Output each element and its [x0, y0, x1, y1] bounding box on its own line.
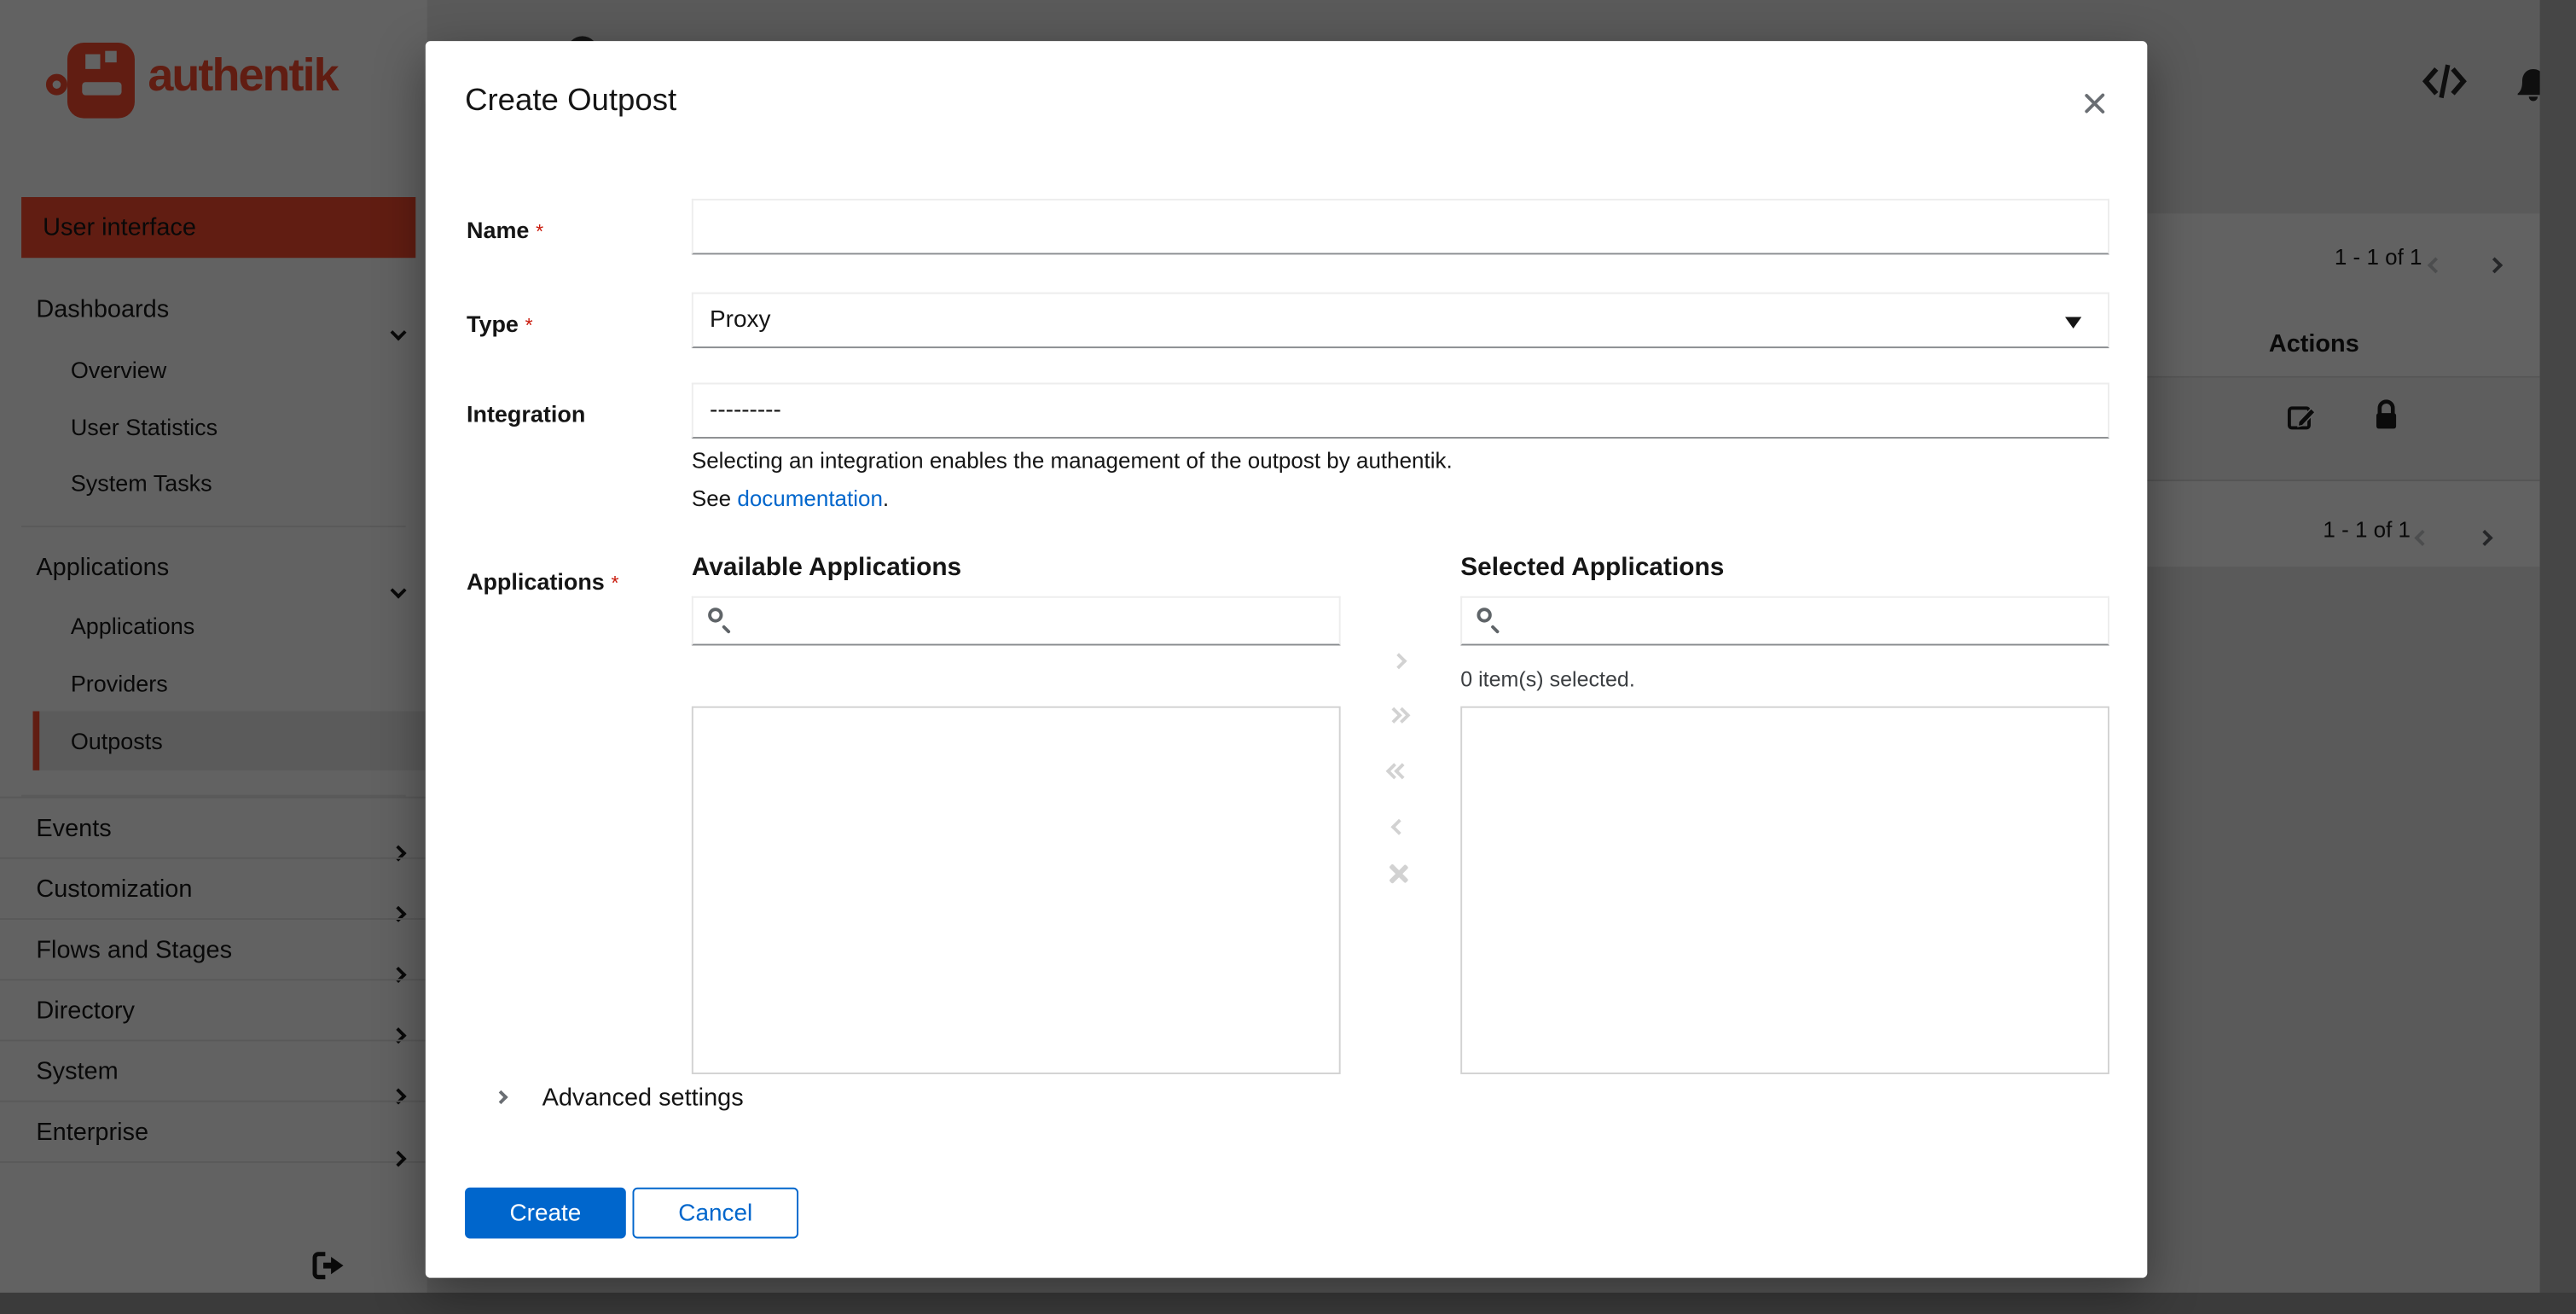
name-input[interactable] — [692, 199, 2109, 254]
caret-down-icon — [2065, 317, 2081, 328]
selected-search-input[interactable] — [1508, 598, 2099, 644]
close-icon[interactable] — [2081, 90, 2108, 117]
create-button[interactable]: Create — [465, 1188, 626, 1239]
available-search-input[interactable] — [740, 598, 1331, 644]
clear-selection-icon[interactable] — [1372, 863, 1424, 896]
create-outpost-modal: Create Outpost Name* Type* Proxy Integra… — [426, 41, 2147, 1278]
integration-label: Integration — [467, 401, 680, 427]
search-icon — [708, 608, 729, 629]
move-all-left-icon[interactable] — [1372, 756, 1424, 789]
available-search — [692, 596, 1341, 646]
documentation-link[interactable]: documentation — [737, 486, 883, 511]
selected-applications-title: Selected Applications — [1460, 554, 1724, 584]
required-marker: * — [525, 314, 533, 337]
integration-help-link-line: See documentation. — [692, 486, 889, 511]
name-label: Name* — [467, 217, 680, 243]
type-select[interactable]: Proxy — [692, 293, 2109, 348]
chevron-right-icon — [494, 1090, 508, 1104]
move-selected-right-icon[interactable] — [1372, 646, 1424, 679]
app-viewport: 1 - 1 of 1 Actions 1 - 1 of 1 — [0, 0, 2576, 1314]
cancel-button[interactable]: Cancel — [633, 1188, 799, 1239]
integration-help-text: Selecting an integration enables the man… — [692, 449, 1453, 474]
search-icon — [1477, 608, 1498, 629]
move-all-right-icon[interactable] — [1372, 700, 1424, 733]
integration-select[interactable]: --------- — [692, 383, 2109, 439]
available-applications-list[interactable] — [692, 706, 1341, 1074]
type-label: Type* — [467, 311, 680, 337]
required-marker: * — [536, 220, 543, 243]
applications-label: Applications* — [467, 568, 680, 595]
selected-applications-list[interactable] — [1460, 706, 2109, 1074]
required-marker: * — [612, 572, 619, 595]
available-applications-title: Available Applications — [692, 554, 961, 584]
modal-title: Create Outpost — [465, 84, 676, 119]
selected-search — [1460, 596, 2109, 646]
selected-count-status: 0 item(s) selected. — [1460, 667, 1635, 692]
move-selected-left-icon[interactable] — [1372, 811, 1424, 845]
